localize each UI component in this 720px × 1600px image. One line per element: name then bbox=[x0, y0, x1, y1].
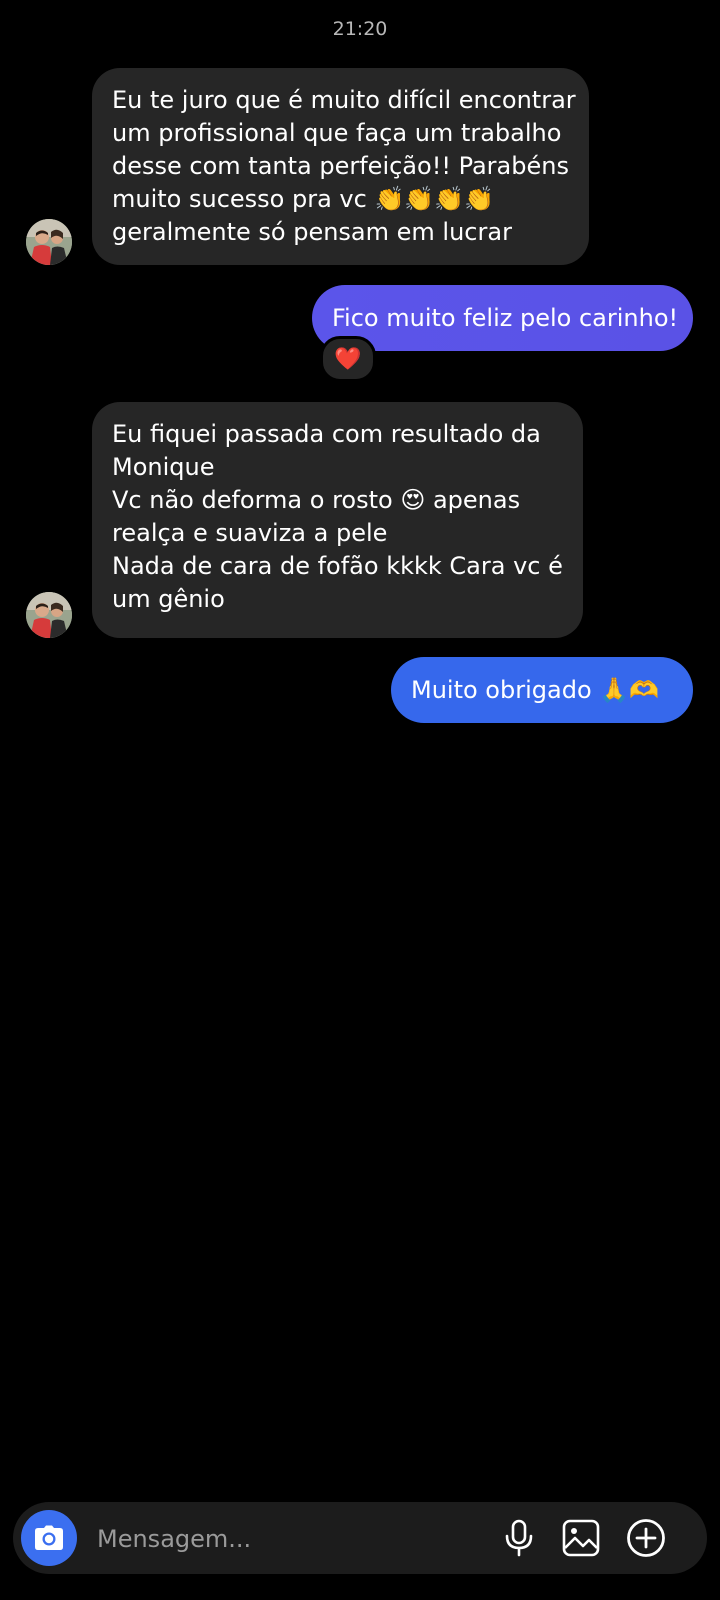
microphone-button[interactable] bbox=[499, 1518, 539, 1558]
message-line: Eu te juro que é muito difícil encontrar bbox=[112, 86, 576, 114]
message-line: Eu fiquei passada com resultado da bbox=[112, 420, 541, 448]
heart-reaction[interactable]: ❤️ bbox=[320, 336, 376, 382]
message-line: realça e suaviza a pele bbox=[112, 519, 388, 547]
message-line: Nada de cara de fofão kkkk Cara vc é bbox=[112, 552, 563, 580]
message-text: Muito obrigado 🙏🫶 bbox=[411, 676, 660, 704]
microphone-icon bbox=[505, 1519, 533, 1557]
message-bubble-incoming[interactable]: Eu fiquei passada com resultado da Moniq… bbox=[92, 402, 583, 638]
avatar[interactable] bbox=[26, 592, 72, 638]
message-line: geralmente só pensam em lucrar bbox=[112, 218, 512, 246]
add-button[interactable] bbox=[626, 1518, 666, 1558]
timestamp: 21:20 bbox=[332, 18, 388, 40]
message-line: um profissional que faça um trabalho bbox=[112, 119, 562, 147]
message-bubble-outgoing[interactable]: Muito obrigado 🙏🫶 bbox=[391, 657, 693, 723]
camera-icon bbox=[35, 1525, 63, 1550]
add-icon bbox=[627, 1519, 665, 1557]
gallery-button[interactable] bbox=[561, 1518, 601, 1558]
message-bubble-incoming[interactable]: Eu te juro que é muito difícil encontrar… bbox=[92, 68, 589, 265]
message-line: um gênio bbox=[112, 585, 225, 613]
gallery-icon bbox=[562, 1519, 600, 1557]
message-line: Monique bbox=[112, 453, 215, 481]
heart-icon: ❤️ bbox=[334, 346, 362, 371]
message-text: Fico muito feliz pelo carinho! bbox=[332, 304, 679, 332]
message-line: muito sucesso pra vc 👏👏👏👏 bbox=[112, 185, 494, 213]
camera-button[interactable] bbox=[21, 1510, 77, 1566]
message-composer bbox=[13, 1502, 707, 1576]
message-line: Vc não deforma o rosto 😍 apenas bbox=[112, 486, 521, 514]
message-line: desse com tanta perfeição!! Parabéns bbox=[112, 152, 569, 180]
message-input[interactable] bbox=[95, 1502, 499, 1576]
avatar[interactable] bbox=[26, 219, 72, 265]
